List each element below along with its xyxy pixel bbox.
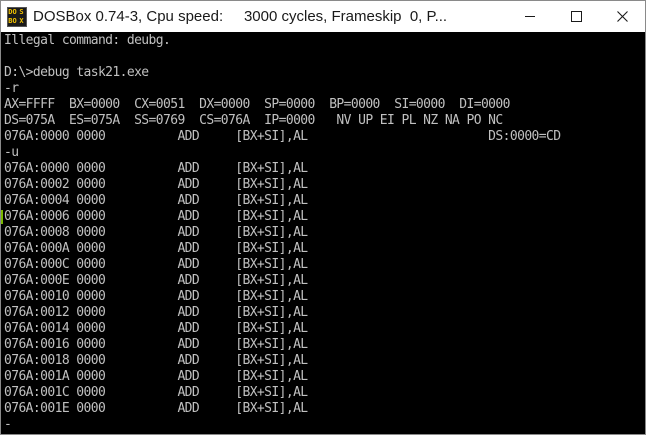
console-line: 076A:0010 0000 ADD [BX+SI],AL: [4, 289, 308, 304]
icon-text-3: BO: [8, 16, 17, 25]
dosbox-window: DO S BO X DOSBox 0.74-3, Cpu speed: 3000…: [0, 0, 646, 435]
console-line: 076A:0014 0000 ADD [BX+SI],AL: [4, 321, 308, 336]
console-line: 076A:001A 0000 ADD [BX+SI],AL: [4, 369, 308, 384]
selection-marker: [1, 210, 3, 224]
console-line: 076A:001C 0000 ADD [BX+SI],AL: [4, 385, 308, 400]
console-lines: Illegal command: deubg. D:\>debug task21.…: [4, 33, 561, 433]
console-line: DS=075A ES=075A SS=0769 CS=076A IP=0000 …: [4, 113, 503, 128]
console-line: 076A:0016 0000 ADD [BX+SI],AL: [4, 337, 308, 352]
console-output[interactable]: Illegal command: deubg. D:\>debug task21.…: [1, 32, 645, 434]
console-line: 076A:0006 0000 ADD [BX+SI],AL: [4, 209, 308, 224]
close-icon: [616, 11, 628, 22]
console-line: Illegal command: deubg.: [4, 33, 171, 48]
console-line: 076A:000C 0000 ADD [BX+SI],AL: [4, 257, 308, 272]
maximize-icon: [570, 11, 582, 22]
icon-text-1: DO: [8, 7, 17, 16]
window-title: DOSBox 0.74-3, Cpu speed: 3000 cycles, F…: [33, 8, 448, 25]
console-line: -u: [4, 145, 19, 160]
maximize-button[interactable]: [553, 1, 599, 32]
console-line: 076A:0000 0000 ADD [BX+SI],AL: [4, 161, 308, 176]
console-line: 076A:0002 0000 ADD [BX+SI],AL: [4, 177, 308, 192]
console-line: 076A:001E 0000 ADD [BX+SI],AL: [4, 401, 308, 416]
console-line: 076A:0008 0000 ADD [BX+SI],AL: [4, 225, 308, 240]
console-line: 076A:0012 0000 ADD [BX+SI],AL: [4, 305, 308, 320]
console-line: 076A:000E 0000 ADD [BX+SI],AL: [4, 273, 308, 288]
icon-text-2: S: [19, 7, 24, 16]
console-line: 076A:000A 0000 ADD [BX+SI],AL: [4, 241, 308, 256]
dosbox-icon[interactable]: DO S BO X: [7, 6, 27, 27]
console-line: -r: [4, 81, 19, 96]
console-line: D:\>debug task21.exe: [4, 65, 149, 80]
console-line: -: [4, 417, 12, 432]
console-line: 076A:0000 0000 ADD [BX+SI],AL DS:0000=CD: [4, 129, 561, 144]
console-line: AX=FFFF BX=0000 CX=0051 DX=0000 SP=0000 …: [4, 97, 510, 112]
console-line: 076A:0004 0000 ADD [BX+SI],AL: [4, 193, 308, 208]
icon-text-4: X: [19, 16, 24, 25]
minimize-button[interactable]: [507, 1, 553, 32]
console-line: 076A:0018 0000 ADD [BX+SI],AL: [4, 353, 308, 368]
minimize-icon: [525, 16, 535, 17]
close-button[interactable]: [599, 1, 645, 32]
title-bar[interactable]: DO S BO X DOSBox 0.74-3, Cpu speed: 3000…: [1, 1, 645, 32]
